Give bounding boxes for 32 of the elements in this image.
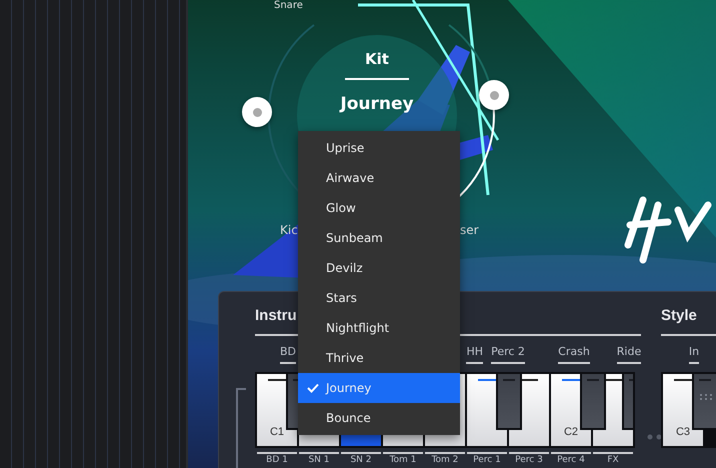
key-label: Tom 1 <box>383 452 423 465</box>
key-label: Ride <box>616 345 642 364</box>
key-label: BD 1 <box>257 452 297 465</box>
key-label: SN 2 <box>341 452 381 465</box>
key-label: Perc 4 <box>551 452 591 465</box>
section-heading: Style <box>661 307 716 336</box>
key-label: Perc 3 <box>509 452 549 465</box>
key-label: HH <box>466 345 483 364</box>
bracket-icon <box>235 388 247 468</box>
knob-label: Snare <box>274 0 303 12</box>
key-label: In <box>688 345 700 364</box>
menu-item[interactable]: Devilz <box>298 253 460 283</box>
grip-icon <box>700 394 712 400</box>
menu-item[interactable]: Journey <box>298 373 460 403</box>
key-label: Perc 1 <box>467 452 507 465</box>
menu-item[interactable]: Glow <box>298 193 460 223</box>
menu-item[interactable]: Airwave <box>298 163 460 193</box>
key-label: BD <box>280 345 296 364</box>
menu-item[interactable]: Thrive <box>298 343 460 373</box>
knob-label: ser <box>460 223 479 237</box>
key-label: Crash <box>558 345 590 364</box>
key-label: Perc 2 <box>491 345 525 364</box>
menu-item[interactable]: Bounce <box>298 403 460 433</box>
kit-selector[interactable]: Journey <box>340 94 414 114</box>
menu-item[interactable]: Sunbeam <box>298 223 460 253</box>
key-label: SN 1 <box>299 452 339 465</box>
knob-label: Kic <box>280 223 298 237</box>
check-icon <box>307 383 319 393</box>
key-label: Tom 2 <box>425 452 465 465</box>
kit-heading: Kit <box>345 50 409 80</box>
key-label: FX <box>593 452 633 465</box>
menu-item[interactable]: Uprise <box>298 133 460 163</box>
